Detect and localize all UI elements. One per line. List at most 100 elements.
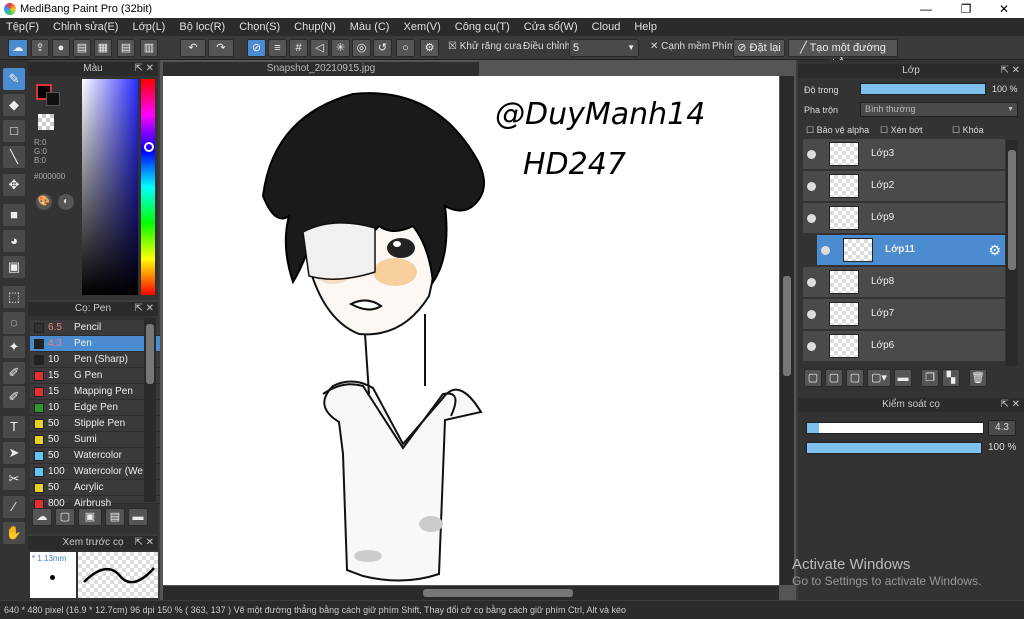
- brush-size-slider[interactable]: [806, 422, 984, 434]
- layer-settings-gear-icon[interactable]: ⚙: [988, 242, 1001, 259]
- select-tool-icon[interactable]: ⬚: [3, 286, 25, 308]
- opacity-slider[interactable]: [860, 83, 986, 95]
- divide-tool-icon[interactable]: ✂: [3, 468, 25, 490]
- adjust-select[interactable]: 5 ▼: [569, 39, 639, 57]
- ellipse-snap-icon[interactable]: ○: [396, 39, 415, 57]
- move-tool-icon[interactable]: ✥: [3, 174, 25, 196]
- menu-file[interactable]: Tệp(F): [6, 21, 39, 33]
- brush-settings-icon[interactable]: ▤: [105, 508, 125, 526]
- new-8bit-layer-icon[interactable]: ▢: [846, 369, 864, 387]
- panel-close-icon[interactable]: ⇱ ✕: [1000, 64, 1020, 78]
- reset-button[interactable]: ⊘ Đặt lại: [733, 39, 785, 57]
- minimize-button[interactable]: —: [906, 0, 946, 18]
- perspective-snap-icon[interactable]: ◁: [310, 39, 329, 57]
- blend-mode-select[interactable]: Bình thường ▼: [860, 102, 1018, 117]
- magic-wand-tool-icon[interactable]: ✦: [3, 336, 25, 358]
- visibility-eye-icon[interactable]: [807, 150, 816, 159]
- canvas-horizontal-scrollbar[interactable]: [163, 586, 779, 600]
- add-layer-menu-icon[interactable]: ▢▾: [867, 369, 891, 387]
- panel-close-icon[interactable]: ⇱ ✕: [1000, 398, 1020, 412]
- select-eraser-tool-icon[interactable]: ✐: [3, 386, 25, 408]
- upload-icon[interactable]: ⇪: [31, 39, 49, 57]
- list-icon[interactable]: ▤: [117, 39, 135, 57]
- brush-list-scrollbar[interactable]: [144, 318, 156, 502]
- background-color-swatch[interactable]: [46, 92, 60, 106]
- horizontal-scroll-thumb[interactable]: [423, 589, 573, 597]
- grid-snap-icon[interactable]: #: [289, 39, 308, 57]
- duplicate-layer-icon[interactable]: ❐: [921, 369, 939, 387]
- layer-list-scrollbar[interactable]: [1006, 140, 1018, 366]
- bucket-tool-icon[interactable]: ◕: [3, 230, 25, 252]
- clipping-checkbox[interactable]: ☐ Xén bớt: [880, 125, 923, 136]
- hue-slider-handle[interactable]: [144, 142, 154, 152]
- maximize-button[interactable]: ❐: [946, 0, 986, 18]
- palette-add-icon[interactable]: ◐: [58, 194, 74, 210]
- layer-row[interactable]: Lớp6: [803, 331, 1005, 362]
- snap-settings-icon[interactable]: ⚙: [420, 39, 439, 57]
- menu-layer[interactable]: Lớp(L): [132, 21, 165, 33]
- text-tool-icon[interactable]: T: [3, 416, 25, 438]
- brush-menu-icon[interactable]: ▣: [78, 508, 102, 526]
- share-icon[interactable]: ▤: [73, 39, 91, 57]
- saturation-value-picker[interactable]: [82, 79, 138, 295]
- visibility-eye-icon[interactable]: [807, 214, 816, 223]
- panel-close-icon[interactable]: ⇱ ✕: [134, 536, 154, 550]
- new-layer-icon[interactable]: ▢: [804, 369, 822, 387]
- brush-scroll-thumb[interactable]: [146, 324, 154, 384]
- add-brush-cloud-icon[interactable]: ☁: [32, 508, 52, 526]
- menu-color[interactable]: Màu (C): [350, 21, 390, 33]
- parallel-snap-icon[interactable]: ≡: [268, 39, 287, 57]
- layout-icon[interactable]: ▥: [140, 39, 158, 57]
- new-brush-icon[interactable]: ▢: [55, 508, 75, 526]
- menu-select[interactable]: Chọn(S): [239, 21, 280, 33]
- antialias-checkbox[interactable]: ☒ Khử răng cưa: [448, 41, 522, 52]
- circle-snap-icon[interactable]: ◎: [352, 39, 371, 57]
- layer-row[interactable]: Lớp11 ⚙: [817, 235, 1005, 266]
- snap-off-icon[interactable]: ⊘: [247, 39, 266, 57]
- radial-snap-icon[interactable]: ✳: [331, 39, 350, 57]
- transparent-color-swatch[interactable]: [38, 114, 54, 130]
- visibility-eye-icon[interactable]: [807, 310, 816, 319]
- rectangle-tool-icon[interactable]: □: [3, 120, 25, 142]
- visibility-eye-icon[interactable]: [807, 278, 816, 287]
- lock-checkbox[interactable]: ☐ Khóa: [952, 125, 984, 136]
- layer-scroll-thumb[interactable]: [1008, 150, 1016, 270]
- eraser-tool-icon[interactable]: ◆: [3, 94, 25, 116]
- layer-row[interactable]: Lớp8: [803, 267, 1005, 298]
- lasso-tool-icon[interactable]: ◌: [3, 312, 25, 334]
- new-halftone-layer-icon[interactable]: ▢: [825, 369, 843, 387]
- layer-row[interactable]: Lớp2: [803, 171, 1005, 202]
- operation-tool-icon[interactable]: ➤: [3, 442, 25, 464]
- visibility-eye-icon[interactable]: [821, 246, 830, 255]
- panel-close-icon[interactable]: ⇱ ✕: [134, 302, 154, 316]
- canvas-vertical-scrollbar[interactable]: [780, 76, 794, 585]
- protect-alpha-checkbox[interactable]: ☐ Bảo vệ alpha: [806, 125, 869, 136]
- brush-tool-icon[interactable]: ✎: [3, 68, 25, 90]
- menu-snap[interactable]: Chụp(N): [294, 21, 336, 33]
- menu-edit[interactable]: Chỉnh sửa(E): [53, 21, 118, 33]
- select-pen-tool-icon[interactable]: ✐: [3, 362, 25, 384]
- hand-tool-icon[interactable]: ✋: [3, 522, 25, 544]
- document-tab[interactable]: Snapshot_20210915.jpg: [163, 62, 479, 76]
- hue-slider[interactable]: [141, 79, 155, 295]
- redo-icon[interactable]: ↷: [208, 39, 234, 57]
- menu-filter[interactable]: Bộ lọc(R): [179, 21, 225, 33]
- fill-rect-tool-icon[interactable]: ■: [3, 204, 25, 226]
- menu-cloud[interactable]: Cloud: [592, 21, 621, 33]
- brush-folder-icon[interactable]: ▬: [128, 508, 148, 526]
- palette-icon[interactable]: 🎨: [36, 194, 52, 210]
- menu-window[interactable]: Cửa sổ(W): [524, 21, 578, 33]
- line-tool-icon[interactable]: ╲: [3, 146, 25, 168]
- cloud-icon[interactable]: ☁: [8, 39, 28, 57]
- layer-row[interactable]: Lớp3: [803, 139, 1005, 170]
- layer-row[interactable]: Lớp7: [803, 299, 1005, 330]
- menu-view[interactable]: Xem(V): [403, 21, 440, 33]
- comment-icon[interactable]: ●: [52, 39, 70, 57]
- delete-layer-icon[interactable]: 🗑: [969, 369, 987, 387]
- menu-tools[interactable]: Công cụ(T): [455, 21, 510, 33]
- undo-icon[interactable]: ↶: [180, 39, 206, 57]
- smooth-checkbox[interactable]: ✕ Cạnh mềm: [650, 41, 710, 52]
- brush-opacity-slider[interactable]: [806, 442, 982, 454]
- layer-folder-icon[interactable]: ▬: [894, 369, 912, 387]
- gradient-tool-icon[interactable]: ▣: [3, 256, 25, 278]
